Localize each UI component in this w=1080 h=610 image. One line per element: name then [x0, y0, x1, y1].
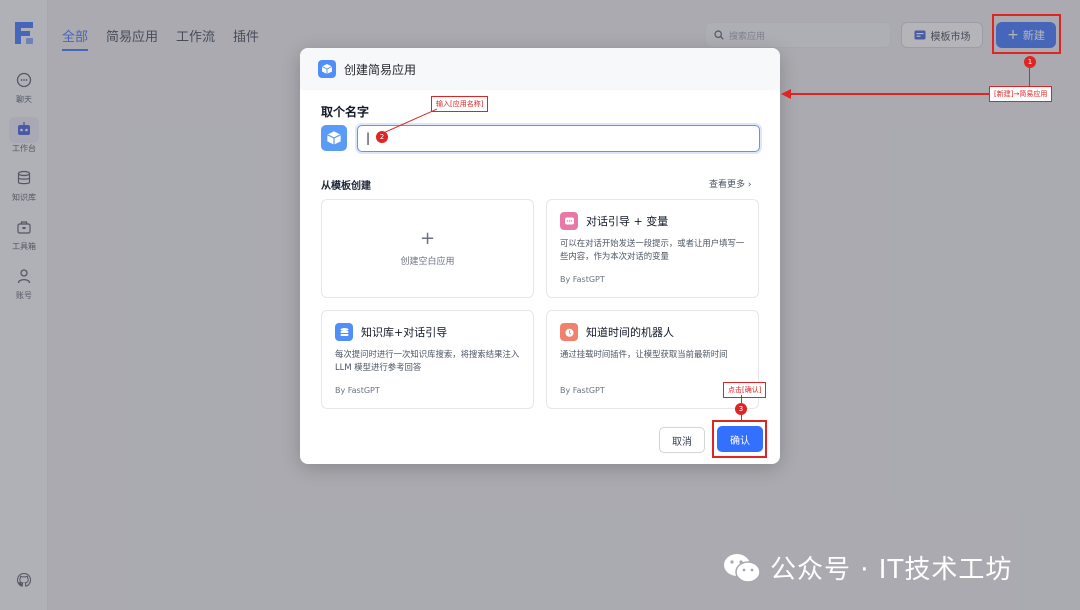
annotation-line: [741, 415, 742, 421]
chevron-right-icon: ›: [747, 180, 752, 190]
template-author: By FastGPT: [335, 386, 380, 395]
app-name-input[interactable]: |: [357, 125, 760, 152]
annotation-step-1: 1: [1024, 56, 1036, 68]
cube-icon: [318, 60, 336, 78]
wechat-icon: [724, 553, 761, 583]
blank-app-label: 创建空白应用: [400, 257, 455, 267]
template-title: 对话引导 + 变量: [586, 215, 669, 228]
annotation-line: [1029, 68, 1030, 86]
template-card[interactable]: 对话引导 + 变量 可以在对话开始发送一段提示，或者让用户填写一些内容，作为本次…: [546, 199, 759, 298]
template-title: 知识库+对话引导: [361, 326, 448, 339]
annotation-step-3: 3: [735, 403, 747, 415]
clock-icon: [560, 323, 578, 341]
see-more-label: 查看更多: [709, 180, 746, 190]
template-card[interactable]: 知识库+对话引导 每次提问时进行一次知识库搜索，将搜索结果注入 LLM 模型进行…: [321, 310, 534, 409]
annotation-line: [741, 395, 742, 403]
app-avatar-picker[interactable]: [321, 125, 347, 151]
template-author: By FastGPT: [560, 386, 605, 395]
template-desc: 每次提问时进行一次知识库搜索，将搜索结果注入 LLM 模型进行参考回答: [335, 349, 520, 372]
modal-title: 创建简易应用: [344, 62, 417, 77]
annotation-callout-3: 点击[确认]: [723, 382, 767, 398]
annotation-callout-2: 输入[应用名称]: [431, 96, 489, 112]
template-title: 知道时间的机器人: [586, 326, 674, 339]
annotation-box-new: [992, 14, 1061, 54]
create-app-modal: 创建简易应用 取个名字 | 从模板创建 查看更多 › + 创建空白应用 对话引导…: [300, 48, 780, 464]
cancel-button[interactable]: 取消: [659, 427, 705, 453]
chat-bubble-icon: [560, 212, 578, 230]
see-more-link[interactable]: 查看更多 ›: [709, 177, 752, 190]
template-desc: 通过挂载时间插件，让模型获取当前最新时间: [560, 349, 728, 359]
template-desc: 可以在对话开始发送一段提示，或者让用户填写一些内容，作为本次对话的变量: [560, 238, 745, 261]
blank-app-card[interactable]: + 创建空白应用: [321, 199, 534, 298]
name-label: 取个名字: [321, 105, 370, 119]
cube-icon: [327, 131, 341, 145]
annotation-arrow-line: [790, 93, 990, 95]
watermark-text: 公众号 · IT技术工坊: [770, 555, 1013, 585]
plus-icon: +: [419, 228, 436, 249]
annotation-box-confirm: [712, 420, 767, 458]
annotation-step-2: 2: [376, 131, 388, 143]
template-section-label: 从模板创建: [321, 181, 371, 192]
annotation-callout-1: [新建]→简易应用: [989, 86, 1053, 102]
database-icon: [335, 323, 353, 341]
watermark: 公众号 · IT技术工坊: [722, 549, 1012, 586]
template-author: By FastGPT: [560, 275, 605, 284]
modal-header: 创建简易应用: [300, 48, 780, 90]
